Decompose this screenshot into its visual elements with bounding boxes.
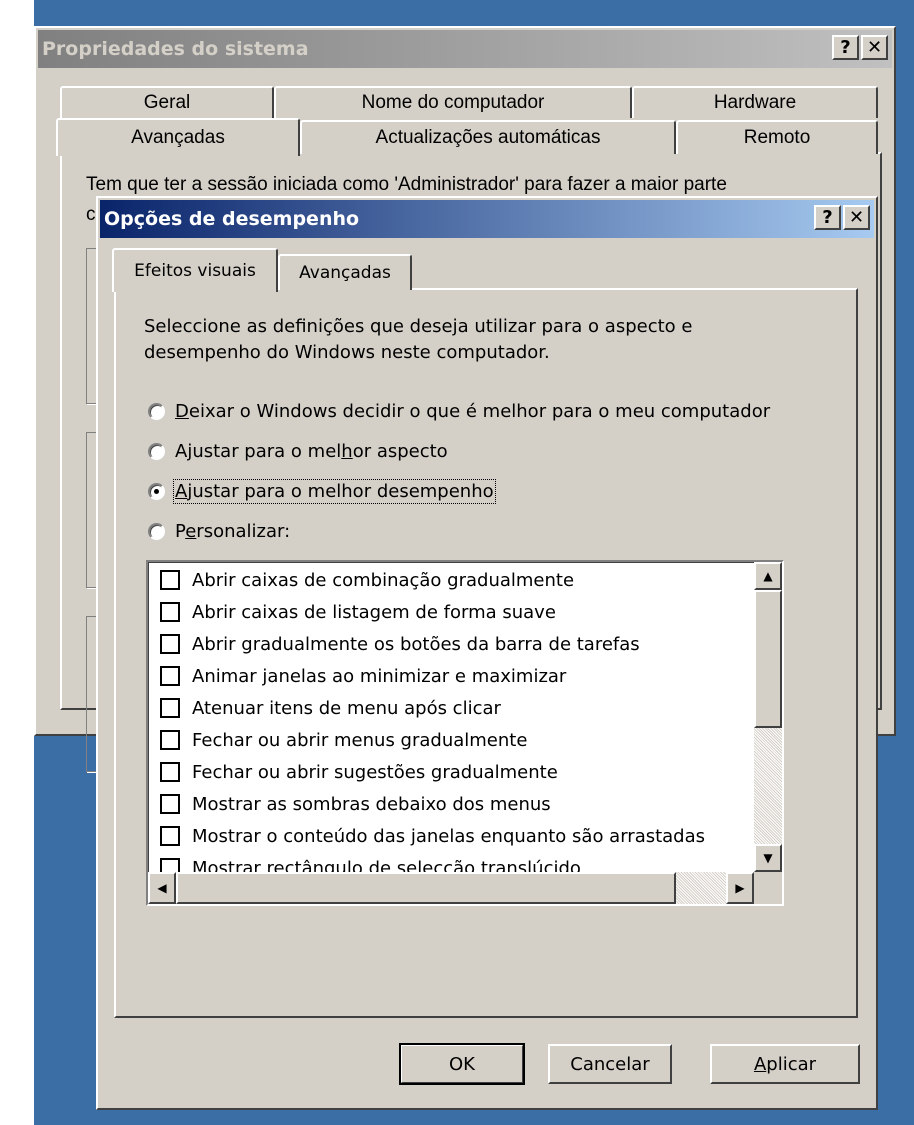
checkbox[interactable] — [160, 698, 180, 718]
list-item[interactable]: Mostrar o conteúdo das janelas enquanto … — [160, 820, 705, 852]
list-item[interactable]: Atenuar itens de menu após clicar — [160, 692, 501, 724]
list-item[interactable]: Abrir gradualmente os botões da barra de… — [160, 628, 640, 660]
checkbox[interactable] — [160, 602, 180, 622]
checkbox[interactable] — [160, 570, 180, 590]
checkbox[interactable] — [160, 634, 180, 654]
close-button[interactable]: ✕ — [861, 35, 888, 60]
checkbox[interactable] — [160, 826, 180, 846]
scroll-left-icon: ◀ — [157, 881, 167, 895]
scroll-right-icon: ▶ — [735, 881, 745, 895]
scroll-down-button[interactable]: ▼ — [754, 844, 782, 872]
option-custom[interactable]: Personalizar: — [148, 521, 290, 542]
vertical-scrollbar-thumb[interactable] — [754, 590, 782, 728]
tab-avancadas[interactable]: Avançadas — [56, 118, 300, 156]
list-item[interactable]: Abrir caixas de combinação gradualmente — [160, 564, 574, 596]
option-label: Ajustar para o melhor desempenho — [173, 479, 496, 504]
radio-button-selected[interactable] — [148, 483, 165, 500]
list-item[interactable]: Animar janelas ao minimizar e maximizar — [160, 660, 566, 692]
radio-button[interactable] — [148, 443, 165, 460]
scroll-up-button[interactable]: ▲ — [754, 562, 782, 590]
tab-avancadas[interactable]: Avançadas — [278, 254, 412, 290]
scroll-left-button[interactable]: ◀ — [148, 872, 176, 904]
horizontal-scrollbar-thumb[interactable] — [176, 872, 676, 904]
option-best-performance[interactable]: Ajustar para o melhor desempenho — [148, 479, 496, 504]
radio-button[interactable] — [148, 403, 165, 420]
list-item[interactable]: Mostrar as sombras debaixo dos menus — [160, 788, 551, 820]
checkbox[interactable] — [160, 666, 180, 686]
performance-options-dialog: Opções de desempenho ? ✕ Efeitos visuais… — [96, 196, 878, 1110]
cancel-button[interactable]: Cancelar — [548, 1044, 672, 1084]
window-title: Propriedades do sistema — [42, 38, 309, 60]
performance-options-titlebar[interactable]: Opções de desempenho ? ✕ — [100, 200, 874, 238]
ok-button[interactable]: OK — [399, 1043, 525, 1085]
radio-button[interactable] — [148, 523, 165, 540]
description-line-2: desempenho do Windows neste computador. — [144, 342, 550, 363]
system-properties-titlebar[interactable]: Propriedades do sistema ? ✕ — [38, 30, 892, 68]
list-item[interactable]: Fechar ou abrir sugestões gradualmente — [160, 756, 558, 788]
option-label: Ajustar para o melhor aspecto — [175, 441, 448, 462]
scroll-up-icon: ▲ — [763, 569, 773, 583]
tab-remoto[interactable]: Remoto — [676, 120, 878, 154]
close-button[interactable]: ✕ — [843, 205, 870, 230]
tab-efeitos-visuais[interactable]: Efeitos visuais — [112, 248, 278, 292]
admin-note-text: Tem que ter a sessão iniciada como 'Admi… — [86, 174, 727, 195]
checkbox[interactable] — [160, 794, 180, 814]
scroll-down-icon: ▼ — [763, 851, 773, 865]
visual-effects-list[interactable]: Abrir caixas de combinação gradualmente … — [146, 560, 784, 906]
checkbox[interactable] — [160, 762, 180, 782]
option-label: Personalizar: — [175, 521, 291, 542]
option-let-windows-decide[interactable]: Deixar o Windows decidir o que é melhor … — [148, 401, 770, 422]
dialog-title: Opções de desempenho — [104, 208, 360, 230]
scroll-right-button[interactable]: ▶ — [726, 872, 754, 904]
list-item[interactable]: Fechar ou abrir menus gradualmente — [160, 724, 527, 756]
help-button[interactable]: ? — [832, 35, 859, 60]
admin-note-text-2: c — [86, 204, 96, 225]
help-button[interactable]: ? — [814, 205, 841, 230]
option-label: Deixar o Windows decidir o que é melhor … — [175, 401, 771, 422]
checkbox[interactable] — [160, 730, 180, 750]
tab-geral[interactable]: Geral — [60, 86, 274, 118]
tab-actualizacoes-automaticas[interactable]: Actualizações automáticas — [300, 120, 676, 154]
list-item[interactable]: Abrir caixas de listagem de forma suave — [160, 596, 556, 628]
tab-hardware[interactable]: Hardware — [632, 86, 878, 118]
description-line-1: Seleccione as definições que deseja util… — [144, 316, 693, 337]
option-best-appearance[interactable]: Ajustar para o melhor aspecto — [148, 441, 448, 462]
scrollbar-corner — [754, 872, 782, 904]
apply-button[interactable]: Aplicar — [710, 1044, 860, 1084]
tab-nome-do-computador[interactable]: Nome do computador — [274, 86, 632, 118]
